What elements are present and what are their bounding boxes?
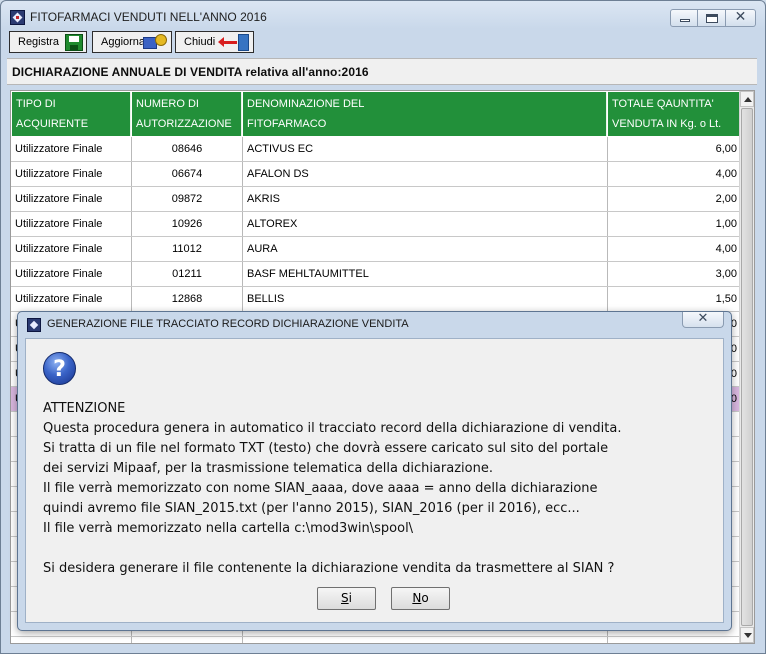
message-heading: ATTENZIONE — [43, 401, 126, 416]
column-header-line: ACQUIRENTE — [16, 118, 89, 130]
minimize-icon — [680, 19, 690, 22]
registra-button[interactable]: Registra — [9, 31, 87, 53]
question-icon: ? — [43, 352, 76, 385]
dialog-title[interactable]: GENERAZIONE FILE TRACCIATO RECORD DICHIA… — [47, 318, 409, 330]
report-header: DICHIARAZIONE ANNUALE DI VENDITA relativ… — [7, 58, 757, 85]
column-header-buyer[interactable]: TIPO DI ACQUIRENTE — [12, 92, 131, 136]
message-line: Questa procedura genera in automatico il… — [43, 421, 622, 436]
scroll-thumb[interactable] — [741, 108, 753, 626]
vertical-scrollbar[interactable] — [739, 91, 754, 643]
scroll-down-arrow-icon[interactable] — [740, 627, 754, 643]
cell-buyer: Utilizzatore Finale — [15, 293, 103, 305]
caption-buttons: ✕ — [670, 9, 756, 27]
row-divider — [11, 636, 741, 637]
table-row[interactable]: Utilizzatore Finale 10926 ALTOREX 1,00 — [11, 212, 741, 237]
column-header-line: FITOFARMACO — [247, 118, 327, 130]
cell-authorization: 08646 — [171, 143, 203, 155]
cell-authorization: 06674 — [171, 168, 203, 180]
column-header-authorization[interactable]: NUMERO DI AUTORIZZAZIONE — [132, 92, 242, 136]
cell-buyer: Utilizzatore Finale — [15, 168, 103, 180]
table-row[interactable]: Utilizzatore Finale 06674 AFALON DS 4,00 — [11, 162, 741, 187]
cell-quantity: 1,50 — [715, 293, 737, 305]
close-button[interactable]: ✕ — [726, 9, 756, 27]
maximize-icon — [706, 14, 718, 23]
table-row[interactable]: Utilizzatore Finale 11012 AURA 4,00 — [11, 237, 741, 262]
cell-buyer: Utilizzatore Finale — [15, 218, 103, 230]
cell-authorization: 10926 — [171, 218, 203, 230]
title-bar[interactable]: FITOFARMACI VENDUTI NELL'ANNO 2016 ✕ — [1, 1, 765, 31]
yes-button-label: i — [348, 591, 352, 605]
message-line: dei servizi Mipaaf, per la trasmissione … — [43, 461, 493, 476]
no-button-label: o — [421, 591, 429, 605]
report-title: DICHIARAZIONE ANNUALE DI VENDITA relativ… — [12, 65, 369, 79]
table-row[interactable]: Utilizzatore Finale 09872 AKRIS 2,00 — [11, 187, 741, 212]
yes-button[interactable]: Si — [317, 587, 376, 610]
cell-product: ACTIVUS EC — [247, 143, 314, 155]
message-spacer — [43, 539, 723, 559]
scroll-up-arrow-icon[interactable] — [740, 91, 754, 107]
dialog-message: ATTENZIONE Questa procedura genera in au… — [43, 399, 723, 579]
cell-buyer: Utilizzatore Finale — [15, 268, 103, 280]
message-question: Si desidera generare il file contenente … — [43, 561, 615, 576]
message-line: quindi avremo file SIAN_2015.txt (per l'… — [43, 501, 580, 516]
dialog-app-icon — [27, 318, 41, 332]
cell-buyer: Utilizzatore Finale — [15, 243, 103, 255]
app-icon — [10, 10, 25, 25]
cell-product: ALTOREX — [247, 218, 298, 230]
toolbar: Registra Aggiorna Chiudi — [9, 31, 254, 53]
column-header-line: TOTALE QAUNTITA' — [612, 98, 714, 110]
maximize-button[interactable] — [698, 9, 726, 27]
column-header-line: NUMERO DI — [136, 98, 199, 110]
message-line: Il file verrà memorizzato con nome SIAN_… — [43, 481, 598, 496]
column-header-quantity[interactable]: TOTALE QAUNTITA' VENDUTA IN Kg. o Lt. — [608, 92, 740, 136]
yes-button-mnemonic: S — [341, 591, 349, 605]
cell-quantity: 2,00 — [715, 193, 737, 205]
close-icon: ✕ — [734, 9, 747, 25]
column-header-line: DENOMINAZIONE DEL — [247, 98, 365, 110]
cell-product: AURA — [247, 243, 278, 255]
aggiorna-label: Aggiorna — [101, 36, 146, 48]
column-header-line: VENDUTA IN Kg. o Lt. — [612, 118, 722, 130]
exit-icon — [218, 34, 249, 51]
column-header-line: TIPO DI — [16, 98, 56, 110]
message-line: Il file verrà memorizzato nella cartella… — [43, 521, 414, 536]
cell-quantity: 3,00 — [715, 268, 737, 280]
chiudi-label: Chiudi — [184, 36, 216, 48]
cell-quantity: 1,00 — [715, 218, 737, 230]
minimize-button[interactable] — [670, 9, 698, 27]
save-icon — [65, 34, 83, 51]
cell-product: BELLIS — [247, 293, 285, 305]
cell-authorization: 01211 — [172, 268, 202, 280]
cell-buyer: Utilizzatore Finale — [15, 193, 103, 205]
dialog-close-button[interactable]: ✕ — [682, 312, 724, 328]
table-row[interactable]: Utilizzatore Finale 12868 BELLIS 1,50 — [11, 287, 741, 312]
cell-product: AKRIS — [247, 193, 281, 205]
cell-authorization: 11012 — [172, 243, 202, 255]
cell-authorization: 12868 — [171, 293, 203, 305]
chiudi-button[interactable]: Chiudi — [175, 31, 254, 53]
dialog-body: ? ATTENZIONE Questa procedura genera in … — [25, 338, 724, 623]
table-row[interactable]: Utilizzatore Finale 01211 BASF MEHLTAUMI… — [11, 262, 741, 287]
no-button-mnemonic: N — [412, 591, 422, 605]
refresh-icon — [143, 34, 169, 51]
cell-authorization: 09872 — [171, 193, 203, 205]
cell-product: AFALON DS — [247, 168, 309, 180]
aggiorna-button[interactable]: Aggiorna — [92, 31, 172, 53]
cell-quantity: 6,00 — [715, 143, 737, 155]
column-header-product[interactable]: DENOMINAZIONE DEL FITOFARMACO — [243, 92, 607, 136]
message-line: Si tratta di un file nel formato TXT (te… — [43, 441, 609, 456]
cell-buyer: Utilizzatore Finale — [15, 143, 103, 155]
registra-label: Registra — [18, 36, 59, 48]
no-button[interactable]: No — [391, 587, 450, 610]
window-title: FITOFARMACI VENDUTI NELL'ANNO 2016 — [30, 10, 267, 24]
table-row[interactable]: Utilizzatore Finale 08646 ACTIVUS EC 6,0… — [11, 137, 741, 162]
confirm-dialog: GENERAZIONE FILE TRACCIATO RECORD DICHIA… — [17, 311, 732, 631]
column-header-line: AUTORIZZAZIONE — [136, 118, 232, 130]
cell-product: BASF MEHLTAUMITTEL — [247, 268, 369, 280]
cell-quantity: 4,00 — [715, 168, 737, 180]
cell-quantity: 4,00 — [715, 243, 737, 255]
